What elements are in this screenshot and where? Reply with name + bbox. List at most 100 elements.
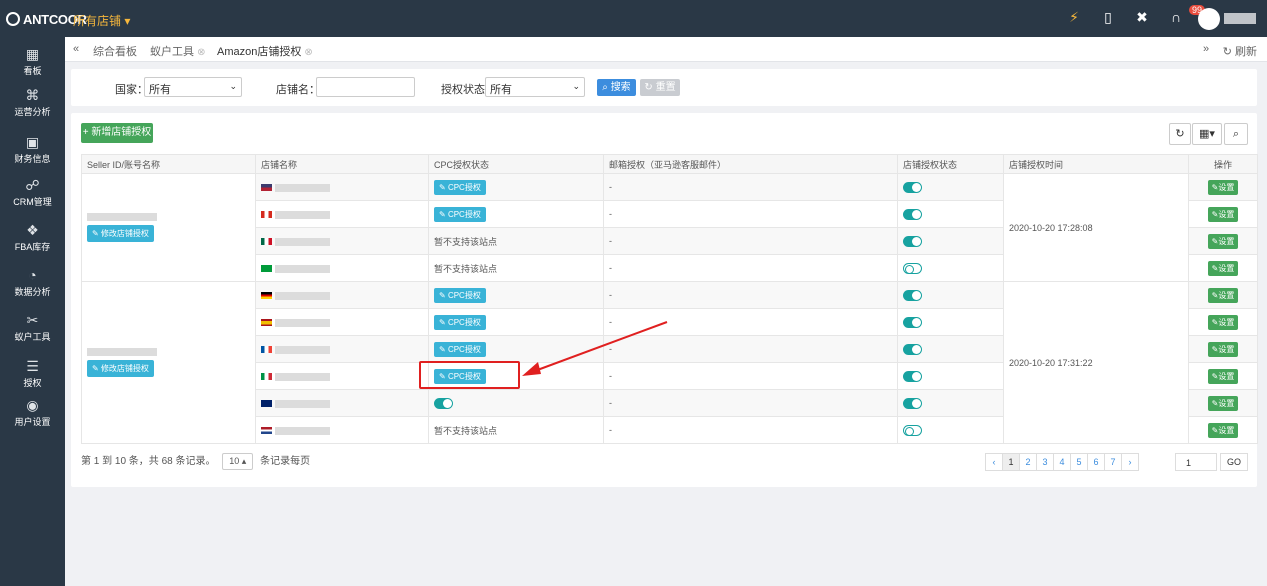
close-icon[interactable]: ⊗	[304, 47, 312, 58]
page-size-value: 10	[229, 456, 240, 466]
store-selector[interactable]: 所有店铺 ▾	[73, 12, 130, 29]
settings-button[interactable]: ✎设置	[1207, 179, 1239, 195]
auth-status-value: 所有	[490, 84, 512, 96]
add-store-auth-button[interactable]: + 新增店铺授权	[81, 123, 153, 143]
columns-button[interactable]: ▦▾	[1192, 123, 1222, 145]
settings-button[interactable]: ✎设置	[1207, 422, 1239, 438]
settings-button-label: 设置	[1218, 317, 1235, 327]
cpc-toggle[interactable]	[434, 397, 453, 409]
unsupported-text: 暂不支持该站点	[434, 263, 498, 274]
store-auth-toggle[interactable]	[903, 262, 922, 274]
store-input[interactable]	[316, 77, 415, 97]
refresh-table-button[interactable]: ↻	[1169, 123, 1191, 145]
sidebar-item-dashboard[interactable]: ▦ 看板	[0, 46, 65, 77]
store-auth-toggle[interactable]	[903, 235, 922, 247]
cpc-auth-button[interactable]: ✎ CPC授权	[434, 341, 486, 357]
main-panel: + 新增店铺授权 ↻ ▦▾ ⌕ Seller ID/账号名称 店铺名称 CPC授…	[71, 113, 1258, 487]
actions-cell: ✎设置	[1188, 416, 1258, 444]
user-name-redacted[interactable]	[1224, 13, 1256, 24]
page-next[interactable]: ›	[1121, 453, 1139, 471]
edit-store-auth-button[interactable]: ✎ 修改店铺授权	[87, 360, 154, 377]
sidebar-item-auth[interactable]: ☰ 授权	[0, 358, 65, 389]
col-auth-time[interactable]: 店铺授权时间	[1003, 154, 1189, 174]
col-email-auth[interactable]: 邮箱授权（亚马逊客服邮件）	[603, 154, 898, 174]
store-auth-toggle[interactable]	[903, 343, 922, 355]
page-6[interactable]: 6	[1087, 453, 1105, 471]
page-5[interactable]: 5	[1070, 453, 1088, 471]
tab-overview[interactable]: 综合看板	[93, 43, 137, 59]
auth-status-select[interactable]: 所有 ⌄	[485, 77, 585, 97]
store-auth-toggle[interactable]	[903, 208, 922, 220]
search-button-label: 搜索	[610, 82, 631, 93]
page-2[interactable]: 2	[1019, 453, 1037, 471]
tab-scroll-right[interactable]: »	[1203, 43, 1209, 55]
goto-page-input[interactable]: 1	[1175, 453, 1217, 471]
store-auth-toggle[interactable]	[903, 397, 922, 409]
go-button[interactable]: GO	[1220, 453, 1248, 471]
store-auth-toggle[interactable]	[903, 370, 922, 382]
tab-amazon-auth[interactable]: Amazon店铺授权 ⊗	[217, 43, 313, 59]
settings-button-label: 设置	[1218, 344, 1235, 354]
sidebar-item-crm[interactable]: ☍ CRM管理	[0, 177, 65, 208]
cpc-button-label: CPC授权	[447, 290, 481, 300]
col-actions: 操作	[1188, 154, 1258, 174]
col-cpc-status[interactable]: CPC授权状态	[428, 154, 604, 174]
settings-button[interactable]: ✎设置	[1207, 287, 1239, 303]
store-auth-toggle[interactable]	[903, 316, 922, 328]
avatar[interactable]	[1198, 8, 1220, 30]
settings-button[interactable]: ✎设置	[1207, 395, 1239, 411]
store-auth-toggle[interactable]	[903, 289, 922, 301]
cpc-auth-button[interactable]: ✎ CPC授权	[434, 206, 486, 222]
settings-button-label: 设置	[1218, 236, 1235, 246]
cpc-status-cell: ✎ CPC授权	[428, 281, 604, 309]
table-search-button[interactable]: ⌕	[1224, 123, 1248, 145]
settings-button[interactable]: ✎设置	[1207, 341, 1239, 357]
col-seller-id[interactable]: Seller ID/账号名称	[81, 154, 256, 174]
refresh-button[interactable]: ↻ 刷新	[1223, 43, 1257, 59]
store-auth-toggle[interactable]	[903, 181, 922, 193]
shuffle-icon[interactable]: ✖	[1135, 10, 1149, 24]
pager-info-text: 第 1 到 10 条，共 68 条记录。	[81, 456, 216, 467]
sidebar-item-tools[interactable]: ✂ 蚁户工具	[0, 312, 65, 343]
settings-button-label: 设置	[1218, 263, 1235, 273]
page-prev[interactable]: ‹	[985, 453, 1003, 471]
tab-scroll-left[interactable]: «	[73, 43, 79, 55]
cpc-auth-button[interactable]: ✎ CPC授权	[434, 179, 486, 195]
cpc-auth-button[interactable]: ✎ CPC授权	[434, 287, 486, 303]
col-store-name[interactable]: 店铺名称	[255, 154, 429, 174]
settings-button[interactable]: ✎设置	[1207, 314, 1239, 330]
actions-cell: ✎设置	[1188, 281, 1258, 309]
sidebar-item-finance[interactable]: ▣ 财务信息	[0, 134, 65, 165]
headset-icon[interactable]: ∩	[1169, 10, 1183, 24]
page-7[interactable]: 7	[1104, 453, 1122, 471]
store-name-cell	[255, 281, 429, 309]
settings-button[interactable]: ✎设置	[1207, 233, 1239, 249]
store-auth-cell	[897, 200, 1004, 228]
page-3[interactable]: 3	[1036, 453, 1054, 471]
cpc-status-cell: 暂不支持该站点	[428, 227, 604, 255]
edit-store-auth-button[interactable]: ✎ 修改店铺授权	[87, 225, 154, 242]
tab-tools[interactable]: 蚁户工具 ⊗	[150, 43, 205, 59]
page-4[interactable]: 4	[1053, 453, 1071, 471]
plug-icon[interactable]: ⚡	[1067, 10, 1081, 24]
country-select[interactable]: 所有 ⌄	[144, 77, 242, 97]
cpc-auth-button[interactable]: ✎ CPC授权	[434, 314, 486, 330]
sidebar-item-data[interactable]: ◔ 数据分析	[0, 267, 65, 298]
col-store-auth[interactable]: 店铺授权状态	[897, 154, 1004, 174]
search-button[interactable]: ⌕ 搜索	[597, 79, 636, 96]
reset-button-label: 重置	[655, 82, 676, 93]
flag-uk-icon	[261, 400, 272, 408]
sidebar-item-fba[interactable]: ❖ FBA库存	[0, 222, 65, 253]
store-auth-toggle[interactable]	[903, 424, 922, 436]
settings-button[interactable]: ✎设置	[1207, 368, 1239, 384]
tablet-icon[interactable]: ▯	[1101, 10, 1115, 24]
reset-button[interactable]: ↻ 重置	[640, 79, 680, 96]
store-name-cell	[255, 335, 429, 363]
settings-button[interactable]: ✎设置	[1207, 260, 1239, 276]
sidebar-item-user-settings[interactable]: ◉ 用户设置	[0, 397, 65, 428]
close-icon[interactable]: ⊗	[197, 47, 205, 58]
settings-button[interactable]: ✎设置	[1207, 206, 1239, 222]
page-size-select[interactable]: 10 ▴	[222, 453, 254, 470]
page-1[interactable]: 1	[1002, 453, 1020, 471]
sidebar-item-operations[interactable]: ⌘ 运营分析	[0, 87, 65, 118]
